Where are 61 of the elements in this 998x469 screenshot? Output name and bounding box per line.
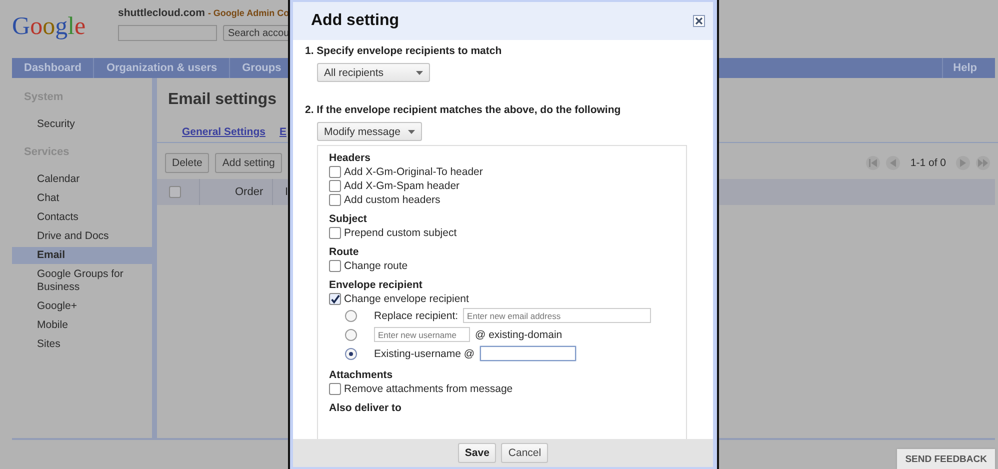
option-checkbox[interactable]: [329, 180, 341, 192]
sidebar-item[interactable]: Email: [12, 247, 152, 264]
action-dropdown[interactable]: Modify message: [317, 122, 422, 141]
step-label: 1. Specify envelope recipients to match: [305, 45, 502, 57]
option-label: Replace recipient:: [374, 310, 458, 322]
sidebar-item[interactable]: Contacts: [12, 209, 152, 226]
dialog-button[interactable]: Save: [458, 443, 496, 463]
option-label: Add X-Gm-Original-To header: [344, 166, 483, 178]
option-radio[interactable]: [345, 328, 357, 340]
sidebar-item[interactable]: Sites: [12, 336, 152, 353]
option-label: Add X-Gm-Spam header: [344, 180, 460, 192]
option-radio[interactable]: [345, 310, 357, 322]
search-field[interactable]: [118, 25, 217, 41]
domain-name: shuttlecloud.com: [118, 7, 205, 19]
group-heading: Subject: [329, 213, 368, 226]
option-checkbox[interactable]: [329, 260, 341, 272]
select-all-checkbox[interactable]: [169, 186, 181, 198]
settings-tab[interactable]: General Settings: [182, 126, 266, 138]
sidebar-item[interactable]: Mobile: [12, 317, 152, 334]
option-label: Change envelope recipient: [344, 293, 469, 305]
google-logo: Google: [12, 13, 87, 41]
sidebar-item[interactable]: Calendar: [12, 171, 152, 188]
option-label: Add custom headers: [344, 194, 440, 206]
option-checkbox[interactable]: [329, 166, 341, 178]
toolbar-button[interactable]: Delete: [165, 153, 210, 173]
column-header: I: [284, 185, 290, 200]
sidebar-item[interactable]: Security: [12, 116, 152, 133]
caret-icon: [416, 70, 423, 74]
option-label: @ existing-domain: [475, 328, 562, 340]
option-checkbox[interactable]: [329, 194, 341, 206]
settings-tab[interactable]: E: [279, 126, 286, 138]
pagination-count: 1-1 of 0: [910, 157, 946, 169]
sidebar-item[interactable]: Google+: [12, 298, 152, 315]
option-radio[interactable]: [345, 348, 357, 360]
group-heading: Also deliver to: [329, 402, 402, 415]
group-heading: Route: [329, 246, 360, 259]
input-field[interactable]: [480, 346, 576, 361]
option-checkbox[interactable]: [329, 383, 341, 395]
recipients-dropdown[interactable]: All recipients: [317, 63, 430, 82]
sidebar-item[interactable]: Google Groups for Business: [12, 266, 152, 296]
option-label: Change route: [344, 260, 408, 272]
input-field[interactable]: Enter new username: [374, 327, 470, 342]
sidebar-item[interactable]: Drive and Docs: [12, 228, 152, 245]
dialog-button[interactable]: Cancel: [501, 443, 548, 463]
dialog-title: Add setting: [311, 12, 399, 30]
group-heading: Attachments: [329, 369, 394, 382]
input-field[interactable]: Enter new email address: [463, 308, 652, 323]
send-feedback-button[interactable]: SEND FEEDBACK: [897, 449, 995, 469]
close-icon[interactable]: [693, 15, 705, 27]
group-heading: Envelope recipient: [329, 279, 424, 292]
option-checkbox[interactable]: [329, 227, 341, 239]
toolbar-button[interactable]: Add setting: [215, 153, 282, 173]
step-label: 2. If the envelope recipient matches the above, do the following: [305, 104, 621, 116]
option-label: Remove attachments from message: [344, 383, 513, 395]
option-label: Existing-username @: [374, 348, 475, 360]
column-header: Order: [200, 179, 273, 205]
option-label: Prepend custom subject: [344, 227, 457, 239]
option-checkbox[interactable]: [329, 293, 341, 305]
group-heading: Headers: [329, 152, 372, 165]
sidebar-item[interactable]: Chat: [12, 190, 152, 207]
caret-icon: [408, 130, 416, 134]
